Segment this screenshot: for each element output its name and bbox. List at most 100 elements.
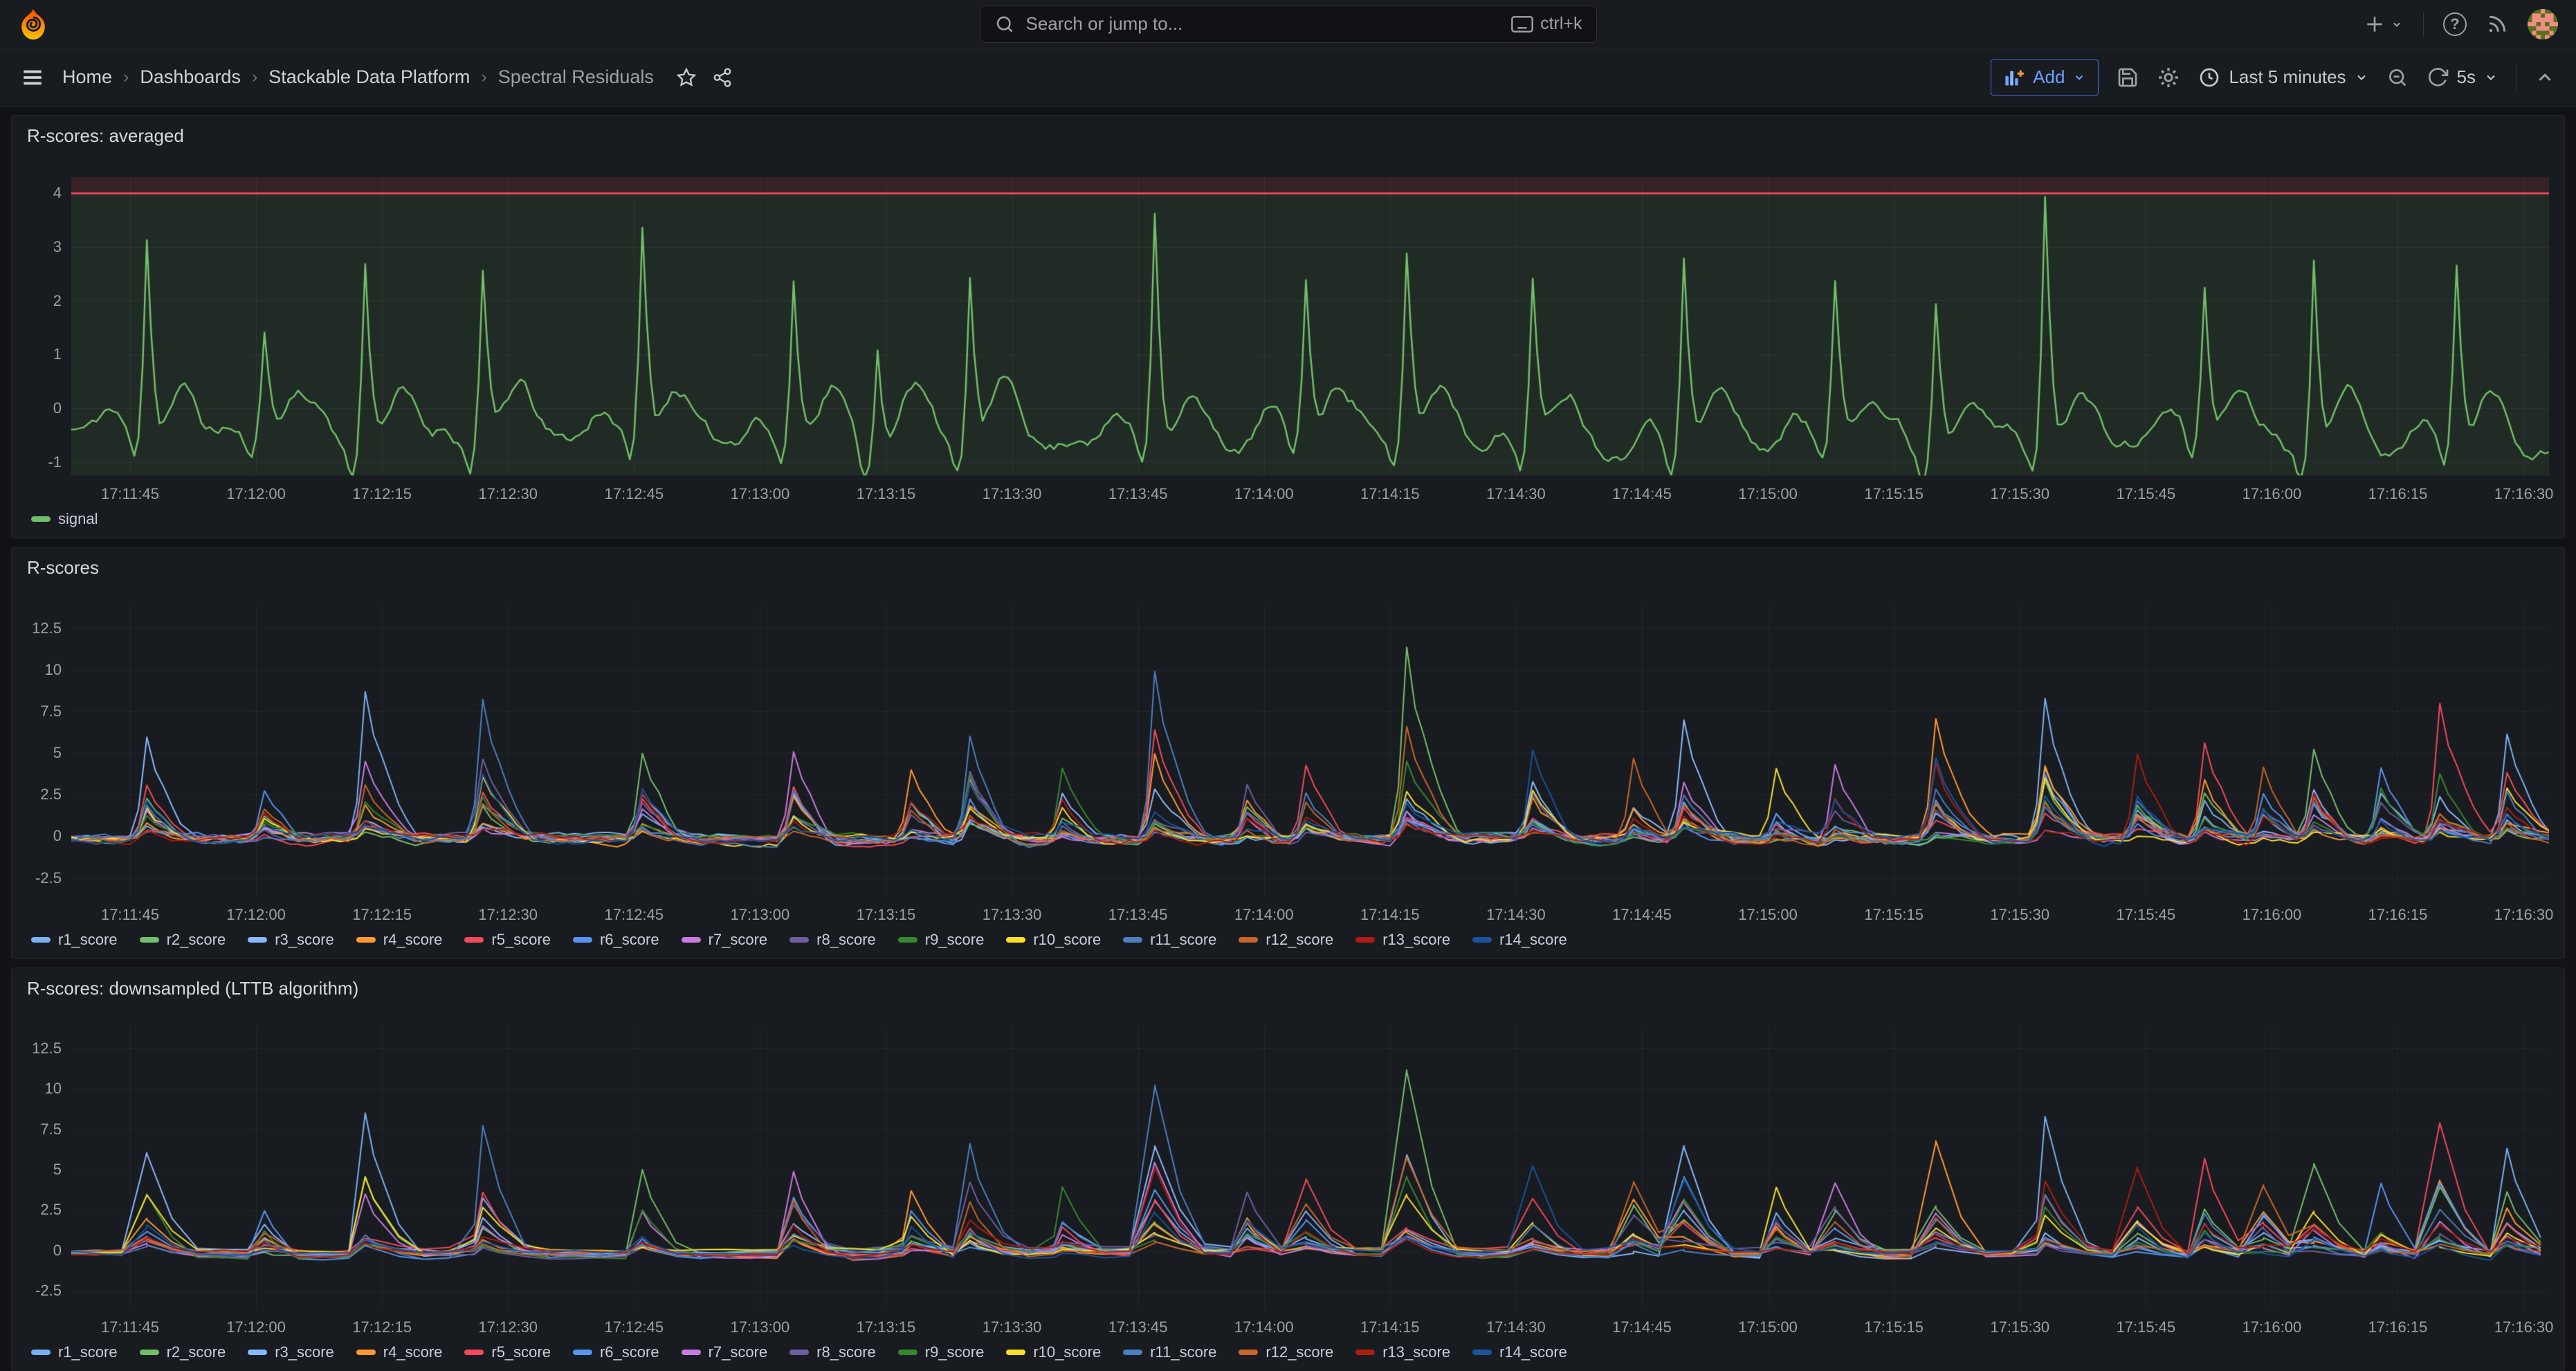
x-axis: 17:11:4517:12:0017:12:1517:12:3017:12:45… (71, 475, 2549, 507)
x-tick-label: 17:13:30 (983, 906, 1042, 924)
x-tick-label: 17:12:00 (226, 906, 286, 924)
legend-item[interactable]: r4_score (356, 1343, 443, 1361)
legend-item[interactable]: r5_score (464, 1343, 551, 1361)
y-tick-label: -2.5 (35, 1282, 62, 1300)
plot-area[interactable] (71, 1026, 2549, 1309)
legend-item[interactable]: r7_score (682, 1343, 768, 1361)
plus-icon (2364, 13, 2386, 35)
time-range-picker[interactable]: Last 5 minutes (2198, 66, 2368, 89)
legend-item[interactable]: r13_score (1355, 1343, 1450, 1361)
new-menu-button[interactable] (2364, 13, 2404, 35)
y-tick-label: -1 (48, 453, 62, 471)
legend-series-marker (248, 937, 267, 943)
legend-series-label: r3_score (275, 1343, 334, 1361)
y-tick-label: 3 (53, 238, 62, 256)
legend-item[interactable]: r10_score (1006, 1343, 1101, 1361)
legend-series-label: r13_score (1382, 1343, 1450, 1361)
legend-item[interactable]: r10_score (1006, 931, 1101, 949)
legend-item[interactable]: r2_score (140, 931, 226, 949)
y-tick-label: 0 (53, 827, 62, 845)
legend-item[interactable]: r1_score (31, 1343, 118, 1361)
legend-series-label: r10_score (1033, 931, 1101, 949)
legend: signal (27, 507, 2549, 532)
legend-item[interactable]: r11_score (1123, 1343, 1216, 1361)
search-bar[interactable]: ctrl+k (980, 6, 1597, 43)
legend-item[interactable]: r14_score (1472, 1343, 1567, 1361)
panel-title[interactable]: R-scores: downsampled (LTTB algorithm) (27, 978, 358, 999)
x-axis: 17:11:4517:12:0017:12:1517:12:3017:12:45… (71, 896, 2549, 928)
share-button[interactable] (712, 67, 733, 88)
legend-item[interactable]: r8_score (789, 1343, 876, 1361)
legend-item[interactable]: r3_score (248, 931, 334, 949)
panel-title[interactable]: R-scores (27, 557, 99, 579)
legend-series-marker (464, 937, 484, 943)
save-dashboard-button[interactable] (2117, 66, 2139, 89)
legend-series-label: r6_score (600, 1343, 659, 1361)
legend-item[interactable]: r5_score (464, 931, 551, 949)
legend-item[interactable]: signal (31, 510, 98, 528)
legend-item[interactable]: r8_score (789, 931, 876, 949)
caret-up-icon (2534, 67, 2555, 88)
favorite-button[interactable] (676, 67, 697, 88)
x-tick-label: 17:12:00 (226, 1318, 286, 1336)
legend-series-label: r4_score (383, 1343, 443, 1361)
legend-series-marker (682, 937, 701, 943)
x-tick-label: 17:15:00 (1738, 485, 1798, 503)
legend-item[interactable]: r11_score (1123, 931, 1216, 949)
grafana-logo[interactable] (18, 8, 48, 40)
news-button[interactable] (2486, 13, 2508, 35)
x-tick-label: 17:13:00 (731, 906, 790, 924)
zoom-out-button[interactable] (2386, 66, 2409, 89)
search-input[interactable] (1026, 13, 1501, 35)
graph-bar-icon (2004, 68, 2025, 87)
legend-series-marker (1006, 937, 1025, 943)
x-tick-label: 17:12:15 (352, 485, 412, 503)
legend-series-label: r8_score (816, 931, 876, 949)
legend-series-marker (1355, 1350, 1375, 1355)
legend-item[interactable]: r12_score (1239, 1343, 1333, 1361)
legend-item[interactable]: r3_score (248, 1343, 334, 1361)
add-panel-button[interactable]: Add (1991, 60, 2099, 96)
x-tick-label: 17:13:15 (857, 906, 916, 924)
legend-item[interactable]: r12_score (1239, 931, 1333, 949)
help-icon: ? (2443, 12, 2467, 36)
legend-item[interactable]: r7_score (682, 931, 768, 949)
legend-item[interactable]: r9_score (898, 931, 985, 949)
time-series-chart: 12.5107.552.50-2.5 17:11:4517:12:0017:12… (27, 1026, 2549, 1341)
legend-item[interactable]: r6_score (573, 931, 659, 949)
legend-series-marker (356, 1350, 376, 1355)
legend-item[interactable]: r6_score (573, 1343, 659, 1361)
zoom-out-icon (2386, 66, 2409, 89)
legend-item[interactable]: r14_score (1472, 931, 1567, 949)
x-tick-label: 17:16:30 (2494, 485, 2554, 503)
legend-series-label: r2_score (167, 1343, 226, 1361)
y-tick-label: 10 (45, 661, 62, 679)
refresh-picker[interactable]: 5s (2427, 66, 2498, 89)
y-axis: 12.5107.552.50-2.5 (27, 1026, 71, 1309)
chevron-down-icon (2355, 71, 2368, 84)
x-tick-label: 17:12:00 (226, 485, 286, 503)
legend-item[interactable]: r1_score (31, 931, 118, 949)
dashboard-settings-button[interactable] (2157, 66, 2180, 89)
user-avatar[interactable] (2528, 9, 2558, 39)
star-icon (676, 67, 697, 88)
legend-series-marker (31, 516, 51, 522)
x-tick-label: 17:14:15 (1360, 485, 1420, 503)
legend-item[interactable]: r9_score (898, 1343, 985, 1361)
plot-area[interactable] (71, 605, 2549, 896)
panel-rscores: R-scores 12.5107.552.50-2.5 17:11:4517:1… (11, 547, 2565, 959)
breadcrumb-dashboards[interactable]: Dashboards (140, 66, 241, 88)
breadcrumb-home[interactable]: Home (62, 66, 112, 88)
x-tick-label: 17:12:15 (352, 906, 412, 924)
x-tick-label: 17:11:45 (101, 485, 159, 503)
kiosk-mode-button[interactable] (2534, 67, 2555, 88)
plot-area[interactable] (71, 177, 2549, 475)
panel-title[interactable]: R-scores: averaged (27, 125, 184, 147)
legend-item[interactable]: r2_score (140, 1343, 226, 1361)
legend-item[interactable]: r13_score (1355, 931, 1450, 949)
breadcrumb-folder[interactable]: Stackable Data Platform (268, 66, 470, 88)
legend-item[interactable]: r4_score (356, 931, 443, 949)
help-button[interactable]: ? (2443, 12, 2467, 36)
mega-menu-button[interactable] (21, 66, 44, 89)
legend-series-marker (682, 1350, 701, 1355)
